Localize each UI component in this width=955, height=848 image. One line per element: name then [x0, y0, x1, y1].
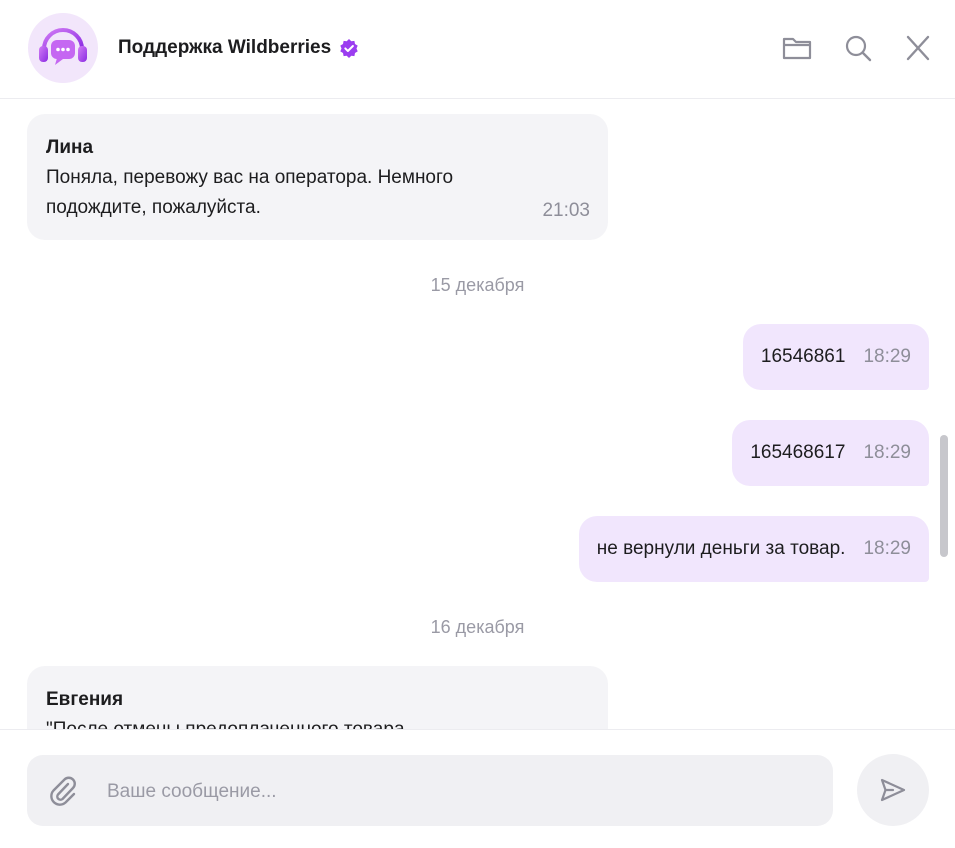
message-text-line: Поняла, перевожу вас на оператора. Немно…	[46, 167, 454, 188]
message-time: 18:29	[863, 346, 911, 367]
message-text: 165468617	[750, 442, 846, 463]
message-text: не вернули деньги за товар.	[596, 538, 846, 559]
message-incoming: Лина Поняла, перевожу вас на оператора. …	[27, 114, 608, 240]
message-time: 18:29	[863, 538, 911, 559]
send-icon	[880, 778, 906, 802]
chat-title-text: Поддержка Wildberries	[118, 37, 332, 58]
message-time: 18:29	[863, 442, 911, 463]
chat-title: Поддержка Wildberries	[118, 37, 359, 59]
composer-field	[27, 755, 833, 828]
composer	[0, 729, 955, 848]
chat-header: Поддержка Wildberries	[0, 0, 955, 99]
date-separator: 15 декабря	[430, 275, 525, 295]
message-time: 21:03	[542, 200, 590, 221]
message-outgoing: 165468617 18:29	[732, 420, 929, 486]
close-icon[interactable]	[903, 34, 933, 62]
message-outgoing: не вернули деньги за товар. 18:29	[578, 516, 929, 582]
message-outgoing: 16546861 18:29	[742, 324, 929, 390]
message-sender: Евгения	[46, 689, 124, 710]
avatar	[28, 13, 98, 83]
verified-check-icon	[340, 39, 358, 58]
message-text: 16546861	[760, 346, 846, 367]
date-separator: 16 декабря	[430, 617, 525, 637]
paperclip-icon[interactable]	[47, 775, 79, 807]
message-text-line: подождите, пожалуйста.	[46, 197, 261, 218]
folder-icon[interactable]	[782, 34, 812, 62]
search-icon[interactable]	[843, 34, 873, 62]
message-text-line: "После отмены предоплаченного товара	[46, 715, 590, 729]
headset-chat-icon	[39, 28, 87, 65]
scrollbar-thumb[interactable]	[940, 435, 948, 557]
message-list[interactable]: Лина Поняла, перевожу вас на оператора. …	[0, 100, 955, 729]
message-sender: Лина	[46, 137, 94, 158]
send-button[interactable]	[857, 754, 929, 826]
message-input[interactable]	[105, 755, 809, 828]
message-incoming: Евгения "После отмены предоплаченного то…	[27, 666, 608, 729]
